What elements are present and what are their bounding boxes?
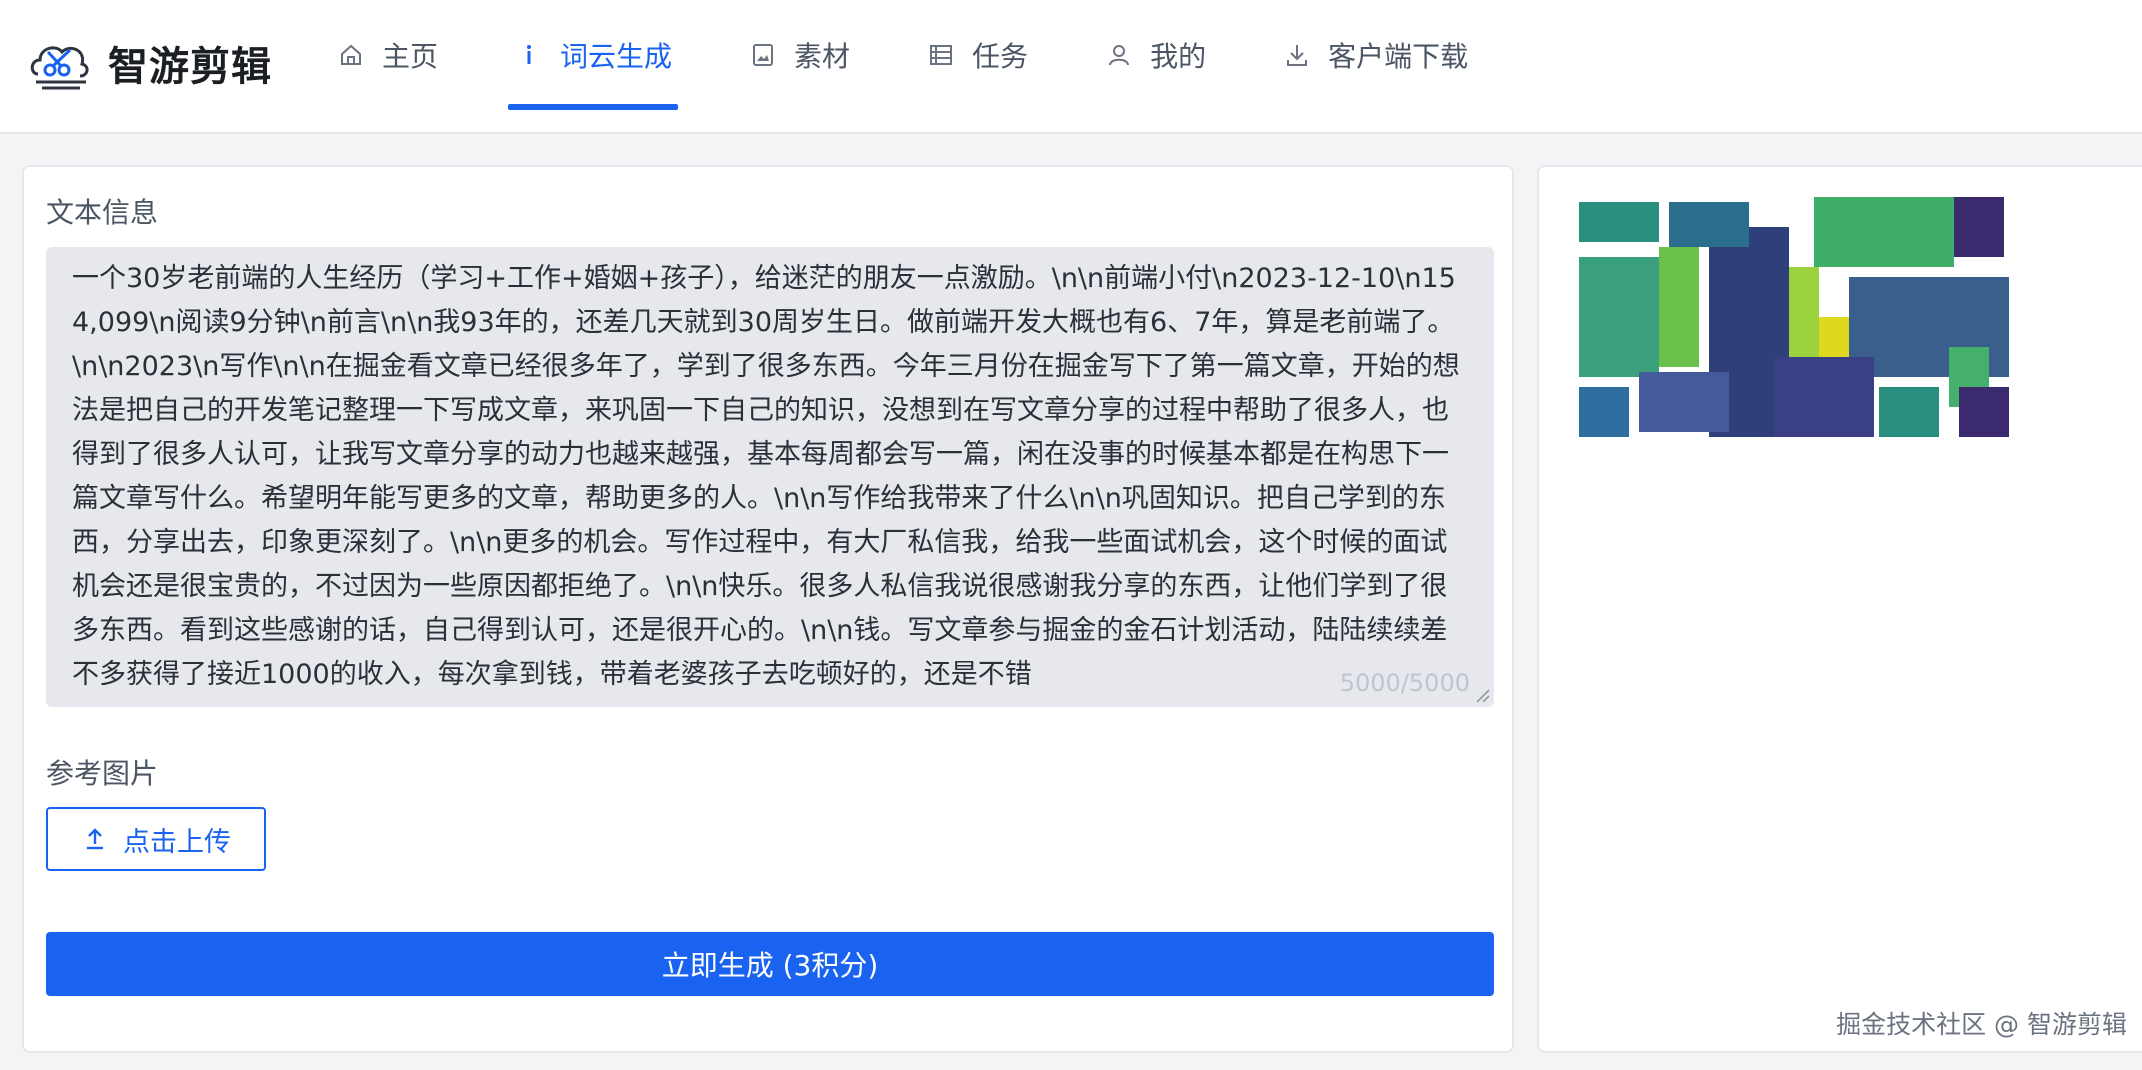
- upload-button-label: 点击上传: [123, 826, 231, 858]
- nav-item-label: 任务: [972, 40, 1029, 73]
- upload-icon: [87, 828, 103, 850]
- nav-item-mine[interactable]: 我的: [1098, 0, 1212, 110]
- result-card: 掘金技术社区 @ 智游剪辑: [1537, 165, 2142, 1053]
- main-nav: 主页 词云生成 素材 任务 我的 客户端下载: [330, 0, 1538, 132]
- nav-item-client-download[interactable]: 客户端下载: [1276, 0, 1474, 110]
- nav-item-wordcloud[interactable]: 词云生成: [508, 0, 679, 110]
- info-icon: [514, 40, 544, 70]
- text-input-value[interactable]: 一个30岁老前端的人生经历（学习+工作+婚姻+孩子），给迷茫的朋友一点激励。\n…: [72, 257, 1468, 697]
- nav-item-tasks[interactable]: 任务: [920, 0, 1034, 110]
- nav-item-label: 词云生成: [560, 40, 673, 73]
- upload-button[interactable]: 点击上传: [46, 807, 266, 871]
- nav-item-materials[interactable]: 素材: [742, 0, 856, 110]
- nav-item-label: 我的: [1150, 40, 1207, 73]
- brand[interactable]: 智游剪辑: [26, 28, 272, 98]
- user-icon: [1104, 40, 1134, 70]
- download-icon: [1282, 40, 1312, 70]
- generate-button[interactable]: 立即生成 (3积分): [46, 932, 1494, 996]
- list-icon: [926, 40, 956, 70]
- nav-item-label: 客户端下载: [1328, 40, 1469, 73]
- nav-item-home[interactable]: 主页: [330, 0, 444, 110]
- resize-handle-icon[interactable]: [1474, 687, 1490, 703]
- image-icon: [748, 40, 778, 70]
- wordcloud-result-image[interactable]: [1559, 187, 2019, 449]
- top-navigation-bar: 智游剪辑 主页 词云生成 素材 任务 我的 客户端下载: [0, 0, 2142, 134]
- nav-item-label: 主页: [382, 40, 439, 73]
- reference-image-label: 参考图片: [46, 757, 159, 790]
- home-icon: [336, 40, 366, 70]
- watermark-text: 掘金技术社区 @ 智游剪辑: [1836, 1010, 2127, 1039]
- scissors-cloud-logo-icon: [30, 46, 89, 90]
- nav-item-label: 素材: [794, 40, 851, 73]
- generate-form-card: 文本信息 一个30岁老前端的人生经历（学习+工作+婚姻+孩子），给迷茫的朋友一点…: [22, 165, 1514, 1053]
- brand-name: 智游剪辑: [108, 44, 272, 90]
- char-counter: 5000/5000: [1339, 669, 1470, 697]
- text-info-label: 文本信息: [46, 196, 159, 229]
- text-input-area[interactable]: 一个30岁老前端的人生经历（学习+工作+婚姻+孩子），给迷茫的朋友一点激励。\n…: [46, 247, 1494, 707]
- generate-button-label: 立即生成 (3积分): [661, 949, 879, 982]
